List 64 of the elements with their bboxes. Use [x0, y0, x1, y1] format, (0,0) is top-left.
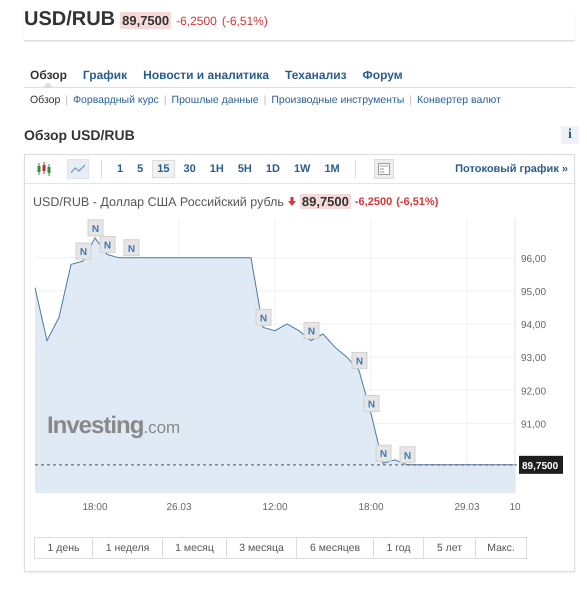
news-marker[interactable]: N	[100, 236, 116, 253]
section-title: Обзор USD/RUB	[24, 127, 135, 143]
news-marker[interactable]: N	[400, 446, 416, 464]
nav-tab[interactable]: Обзор	[30, 68, 67, 87]
x-axis-label: 12:00	[262, 502, 288, 513]
chart-price-change: -6,2500	[354, 196, 392, 208]
x-axis-label: 26.03	[166, 502, 192, 513]
layout-icon[interactable]	[374, 159, 394, 179]
y-axis-label: 93,00	[521, 353, 546, 364]
interval-button[interactable]: 1H	[204, 160, 229, 178]
separator: |	[264, 94, 266, 106]
news-marker[interactable]: N	[256, 308, 272, 326]
interval-button[interactable]: 15	[152, 160, 174, 178]
subnav-link[interactable]: Конвертер валют	[417, 94, 501, 106]
nav-tab[interactable]: Теханализ	[285, 68, 347, 87]
chart-title: USD/RUB - Доллар США Российский рубль	[33, 194, 284, 208]
price-change: -6,2500	[176, 14, 217, 28]
nav-tab[interactable]: График	[82, 68, 128, 87]
news-marker[interactable]: N	[76, 242, 92, 260]
x-axis-label: 29.03	[454, 502, 480, 513]
interval-button[interactable]: 1M	[319, 160, 345, 178]
interval-button[interactable]: 1W	[288, 160, 316, 178]
news-marker[interactable]: N	[124, 239, 140, 256]
x-axis-label: 10	[509, 502, 521, 513]
interval-button[interactable]: 1	[112, 160, 128, 178]
separator: |	[409, 94, 412, 106]
interval-button[interactable]: 5	[132, 160, 148, 178]
news-marker[interactable]: N	[88, 219, 104, 236]
news-marker[interactable]: N	[304, 322, 320, 340]
last-price-label: 89,7500	[519, 456, 563, 474]
interval-button[interactable]: 5H	[232, 160, 257, 178]
interval-button[interactable]: 30	[178, 160, 201, 178]
separator: |	[164, 94, 167, 106]
line-chart-icon	[70, 163, 86, 175]
separator: |	[65, 94, 68, 106]
price: 89,7500	[120, 12, 172, 29]
symbol-title: USD/RUB	[24, 8, 116, 31]
y-axis-label: 95,00	[521, 286, 546, 298]
subnav-link[interactable]: Производные инструменты	[271, 94, 404, 106]
news-marker[interactable]: N	[376, 444, 392, 462]
subnav-link[interactable]: Обзор	[30, 94, 60, 106]
x-axis-label: 18:00	[358, 502, 384, 513]
chart-percent-change: (-6,51%)	[396, 196, 438, 208]
candlestick-icon	[37, 162, 51, 176]
chart-price: 89,7500	[300, 194, 351, 209]
y-axis-label: 92,00	[521, 386, 546, 398]
percent-change: (-6,51%)	[222, 14, 268, 28]
news-marker[interactable]: N	[352, 352, 368, 369]
news-marker[interactable]: N	[364, 394, 380, 412]
y-axis-label: 94,00	[521, 320, 546, 332]
chart-type-button[interactable]	[67, 159, 89, 179]
subnav-link[interactable]: Форвардный курс	[73, 94, 159, 106]
y-axis-label: 96,00	[521, 254, 546, 265]
nav-tab[interactable]: Новости и аналитика	[143, 68, 270, 87]
subnav-link[interactable]: Прошлые данные	[172, 94, 259, 106]
nav-tab[interactable]: Форум	[362, 68, 403, 87]
brand-logo: Investing.com	[47, 412, 180, 439]
interval-button[interactable]: 1D	[260, 160, 285, 178]
x-axis-label: 18:00	[82, 502, 108, 513]
ref-line-label: 89,7500	[522, 460, 559, 472]
streaming-chart-link[interactable]: Потоковый график »	[455, 163, 568, 175]
y-axis-label: 91,00	[521, 419, 546, 430]
info-button[interactable]: i	[561, 126, 579, 144]
down-arrow-icon	[288, 197, 296, 206]
